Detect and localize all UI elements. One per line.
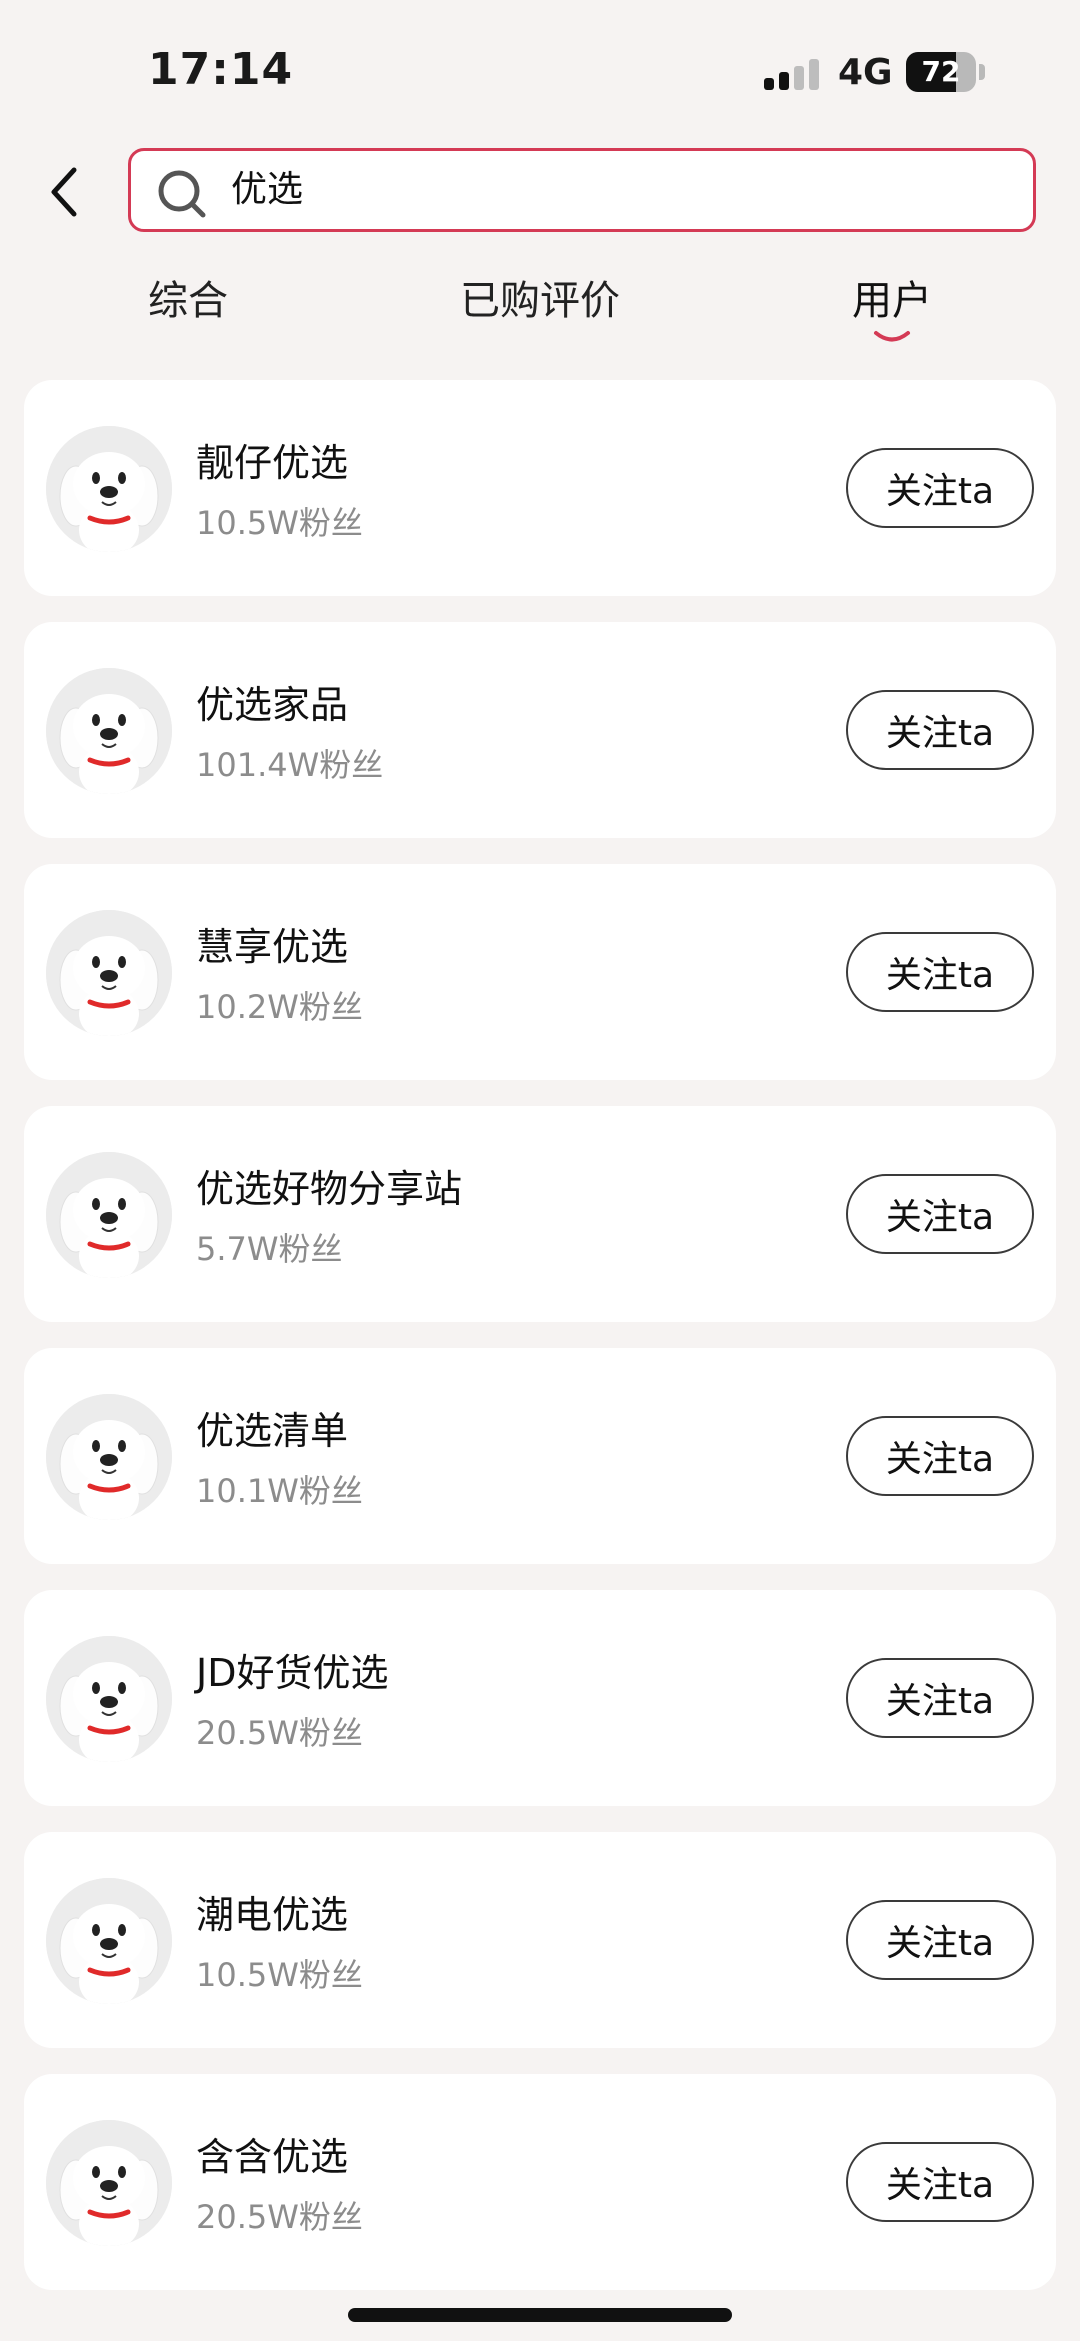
network-type: 4G [838,52,893,93]
user-card[interactable]: 优选好物分享站 5.7W粉丝 关注ta [24,1106,1056,1322]
follow-button[interactable]: 关注ta [846,690,1034,770]
follow-button[interactable]: 关注ta [846,448,1034,528]
fan-count: 20.5W粉丝 [196,2198,363,2236]
avatar[interactable] [46,2120,172,2246]
jd-dog-mascot-icon [46,426,172,552]
user-card[interactable]: 慧享优选 10.2W粉丝 关注ta [24,864,1056,1080]
user-card[interactable]: 优选家品 101.4W粉丝 关注ta [24,622,1056,838]
battery-percent: 72 [921,55,961,88]
search-icon [158,170,206,218]
follow-button[interactable]: 关注ta [846,1900,1034,1980]
search-box[interactable]: 优选 [128,148,1036,232]
jd-dog-mascot-icon [46,1152,172,1278]
user-list: 靓仔优选 10.5W粉丝 关注ta 优选家品 101.4W粉丝 关注ta 慧享优… [24,380,1056,2316]
chevron-left-icon [51,167,77,217]
fan-count: 101.4W粉丝 [196,746,384,784]
fan-count: 5.7W粉丝 [196,1230,343,1268]
follow-button[interactable]: 关注ta [846,1174,1034,1254]
user-name[interactable]: 优选清单 [196,1400,348,1455]
fan-count: 10.5W粉丝 [196,504,363,542]
fan-count: 10.1W粉丝 [196,1472,363,1510]
jd-dog-mascot-icon [46,910,172,1036]
jd-dog-mascot-icon [46,1394,172,1520]
user-name[interactable]: 优选家品 [196,674,348,729]
fan-count: 10.5W粉丝 [196,1956,363,1994]
jd-dog-mascot-icon [46,668,172,794]
active-tab-indicator [874,331,910,342]
user-name[interactable]: 靓仔优选 [196,432,348,487]
avatar[interactable] [46,426,172,552]
user-name[interactable]: 慧享优选 [196,916,348,971]
user-card[interactable]: 含含优选 20.5W粉丝 关注ta [24,2074,1056,2290]
back-button[interactable] [40,160,90,224]
jd-dog-mascot-icon [46,2120,172,2246]
avatar[interactable] [46,1878,172,2004]
user-card[interactable]: 靓仔优选 10.5W粉丝 关注ta [24,380,1056,596]
user-card[interactable]: JD好货优选 20.5W粉丝 关注ta [24,1590,1056,1806]
follow-button[interactable]: 关注ta [846,2142,1034,2222]
user-name[interactable]: 优选好物分享站 [196,1158,462,1213]
status-time: 17:14 [148,44,294,95]
follow-button[interactable]: 关注ta [846,932,1034,1012]
avatar[interactable] [46,1152,172,1278]
tab-comprehensive[interactable]: 综合 [148,268,228,326]
search-query[interactable]: 优选 [231,151,303,229]
avatar[interactable] [46,668,172,794]
follow-button[interactable]: 关注ta [846,1416,1034,1496]
user-name[interactable]: JD好货优选 [196,1642,388,1697]
avatar[interactable] [46,910,172,1036]
fan-count: 20.5W粉丝 [196,1714,363,1752]
home-indicator [348,2308,732,2322]
status-bar: 17:14 4G 72 [0,0,1080,120]
avatar[interactable] [46,1636,172,1762]
follow-button[interactable]: 关注ta [846,1658,1034,1738]
battery-cap [979,64,985,80]
signal-icon [764,58,820,90]
jd-dog-mascot-icon [46,1636,172,1762]
avatar[interactable] [46,1394,172,1520]
user-name[interactable]: 潮电优选 [196,1884,348,1939]
user-name[interactable]: 含含优选 [196,2126,348,2181]
battery-icon: 72 [906,52,976,92]
jd-dog-mascot-icon [46,1878,172,2004]
fan-count: 10.2W粉丝 [196,988,363,1026]
tab-purchased-reviews[interactable]: 已购评价 [460,268,620,326]
user-card[interactable]: 潮电优选 10.5W粉丝 关注ta [24,1832,1056,2048]
tab-bar: 综合 已购评价 用户 [0,268,1080,348]
user-card[interactable]: 优选清单 10.1W粉丝 关注ta [24,1348,1056,1564]
tab-users[interactable]: 用户 [852,268,932,326]
